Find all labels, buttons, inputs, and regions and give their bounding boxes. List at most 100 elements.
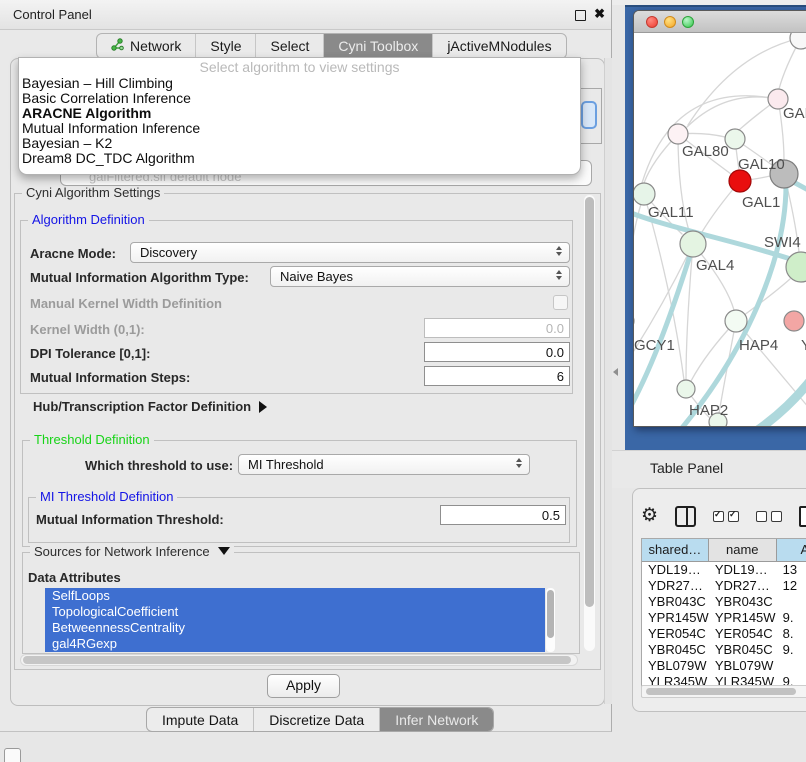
close-traffic-light-icon[interactable] xyxy=(646,16,658,28)
table-header-row: shared…nameA xyxy=(642,539,806,562)
application-root: Control Panel ✖ Network Style Select xyxy=(0,0,806,762)
which-threshold-combobox[interactable]: MI Threshold xyxy=(238,454,530,475)
algorithm-dropdown-hint: Select algorithm to view settings xyxy=(19,58,580,76)
table-column-header[interactable]: A xyxy=(777,539,806,561)
mi-algorithm-type-value: Naive Bayes xyxy=(280,267,353,286)
aracne-mode-value: Discovery xyxy=(140,243,197,262)
scrollbar-thumb[interactable] xyxy=(585,197,594,607)
network-node-y[interactable] xyxy=(784,311,804,331)
minimized-panel-icon[interactable] xyxy=(4,748,21,762)
mi-threshold-field[interactable]: 0.5 xyxy=(440,505,566,525)
table-horizontal-scrollbar[interactable] xyxy=(641,685,806,698)
table-row[interactable]: YER054CYER054C8. xyxy=(642,626,806,642)
network-node-label: Y xyxy=(801,337,806,354)
zoom-traffic-light-icon[interactable] xyxy=(682,16,694,28)
algorithm-option[interactable]: Mutual Information Inference xyxy=(19,121,580,136)
table-row[interactable]: YDL19…YDL19…13 xyxy=(642,562,806,578)
mi-steps-field[interactable]: 6 xyxy=(424,366,570,386)
table-row[interactable]: YBR045CYBR045C9. xyxy=(642,642,806,658)
aracne-mode-combobox[interactable]: Discovery xyxy=(130,242,570,263)
manual-kernel-width-checkbox[interactable] xyxy=(553,295,568,310)
deselect-all-columns-icon[interactable] xyxy=(756,511,782,522)
network-view-window: GALGAL80GAL10GAL1GAL11SWI4GAL4GCY1HAP4YH… xyxy=(633,10,806,427)
tab-cyni-toolbox[interactable]: Cyni Toolbox xyxy=(324,34,433,58)
table-panel-titlebar: Table Panel xyxy=(612,450,806,488)
network-edge[interactable] xyxy=(634,194,644,312)
table-cell: YDL19… xyxy=(709,562,777,578)
table-cell: YBR045C xyxy=(709,642,777,658)
kernel-width-field[interactable]: 0.0 xyxy=(424,318,570,338)
table-row[interactable]: YBR043CYBR043C xyxy=(642,594,806,610)
table-row[interactable]: YDR27…YDR27…12 xyxy=(642,578,806,594)
manual-kernel-width-label: Manual Kernel Width Definition xyxy=(30,296,222,311)
tab-impute-data[interactable]: Impute Data xyxy=(147,708,254,731)
algorithm-option[interactable]: ARACNE Algorithm xyxy=(19,106,580,121)
network-node[interactable] xyxy=(790,33,806,49)
table-column-header[interactable]: shared… xyxy=(642,539,709,561)
table-cell: YBL079W xyxy=(709,658,777,674)
tab-jactivemnodules[interactable]: jActiveMNodules xyxy=(433,34,565,58)
network-node-gal80[interactable] xyxy=(668,124,688,144)
attribute-list-item[interactable]: gal4RGexp xyxy=(45,636,545,652)
export-table-icon[interactable] xyxy=(799,506,806,527)
scrollbar-thumb[interactable] xyxy=(646,688,796,695)
apply-button[interactable]: Apply xyxy=(267,674,340,698)
tab-style[interactable]: Style xyxy=(196,34,256,58)
table-column-header[interactable]: name xyxy=(709,539,777,561)
splitter-collapse-icon[interactable] xyxy=(613,368,618,376)
algorithm-option[interactable]: Basic Correlation Inference xyxy=(19,91,580,106)
settings-gear-icon[interactable]: ⚙ xyxy=(641,506,658,526)
settings-horizontal-scrollbar[interactable] xyxy=(20,654,578,666)
minimize-traffic-light-icon[interactable] xyxy=(664,16,676,28)
select-all-columns-icon[interactable] xyxy=(713,511,739,522)
scrollbar-thumb[interactable] xyxy=(23,656,571,664)
attribute-list-item[interactable]: TopologicalCoefficient xyxy=(45,604,545,620)
tab-select[interactable]: Select xyxy=(256,34,324,58)
close-icon[interactable]: ✖ xyxy=(594,6,605,22)
control-panel-tabbar: Network Style Select Cyni Toolbox jActiv… xyxy=(96,33,567,59)
algorithm-option[interactable]: Bayesian – K2 xyxy=(19,136,580,151)
table-panel-title: Table Panel xyxy=(650,460,723,476)
network-node-hap2[interactable] xyxy=(677,380,695,398)
network-node-hap4[interactable] xyxy=(725,310,747,332)
tab-discretize-data[interactable]: Discretize Data xyxy=(254,708,380,731)
table-cell: YPR145W xyxy=(709,610,777,626)
control-panel-titlebar: Control Panel ✖ xyxy=(0,0,611,30)
attribute-list-item[interactable]: BetweennessCentrality xyxy=(45,620,545,636)
float-window-icon[interactable] xyxy=(575,10,586,21)
algorithm-option[interactable]: Bayesian – Hill Climbing xyxy=(19,76,580,91)
network-view[interactable]: GALGAL80GAL10GAL1GAL11SWI4GAL4GCY1HAP4YH… xyxy=(634,33,806,426)
hub-definition-expander[interactable]: Hub/Transcription Factor Definition xyxy=(33,399,267,414)
sources-group-title[interactable]: Sources for Network Inference xyxy=(30,544,234,559)
table-cell: YBR043C xyxy=(709,594,777,610)
combobox-arrows-icon xyxy=(556,246,562,256)
attribute-list-item[interactable]: SelfLoops xyxy=(45,588,545,604)
attribute-list-scrollbar[interactable] xyxy=(546,588,555,652)
columns-icon[interactable] xyxy=(675,506,696,527)
table-cell: 12 xyxy=(777,578,806,594)
tab-infer-network[interactable]: Infer Network xyxy=(380,708,493,731)
table-cell: YER054C xyxy=(709,626,777,642)
dpi-tolerance-label: DPI Tolerance [0,1]: xyxy=(30,346,150,361)
table-cell: YDR27… xyxy=(709,578,777,594)
network-node-gal4[interactable] xyxy=(680,231,706,257)
mi-threshold-label: Mutual Information Threshold: xyxy=(36,512,224,527)
network-node-gal1[interactable] xyxy=(729,170,751,192)
network-edge-thick[interactable] xyxy=(744,381,806,426)
network-edge[interactable] xyxy=(687,97,778,127)
network-node-gal11[interactable] xyxy=(634,183,655,205)
combobox-arrows-icon xyxy=(556,270,562,280)
node-table: shared…nameA YDL19…YDL19…13YDR27…YDR27…1… xyxy=(641,538,806,697)
tab-network[interactable]: Network xyxy=(97,34,196,58)
network-window-titlebar[interactable] xyxy=(634,11,806,33)
table-row[interactable]: YBL079WYBL079W xyxy=(642,658,806,674)
table-body: YDL19…YDL19…13YDR27…YDR27…12YBR043CYBR04… xyxy=(642,562,806,697)
settings-vertical-scrollbar[interactable] xyxy=(584,195,595,651)
mi-steps-label: Mutual Information Steps: xyxy=(30,370,190,385)
mi-algorithm-type-combobox[interactable]: Naive Bayes xyxy=(270,266,570,287)
algorithm-option[interactable]: Dream8 DC_TDC Algorithm xyxy=(19,151,580,166)
algorithm-combobox-focus-edge[interactable] xyxy=(581,101,597,129)
table-cell: 13 xyxy=(777,562,806,578)
table-row[interactable]: YPR145WYPR145W9. xyxy=(642,610,806,626)
dpi-tolerance-field[interactable]: 0.0 xyxy=(424,342,570,362)
